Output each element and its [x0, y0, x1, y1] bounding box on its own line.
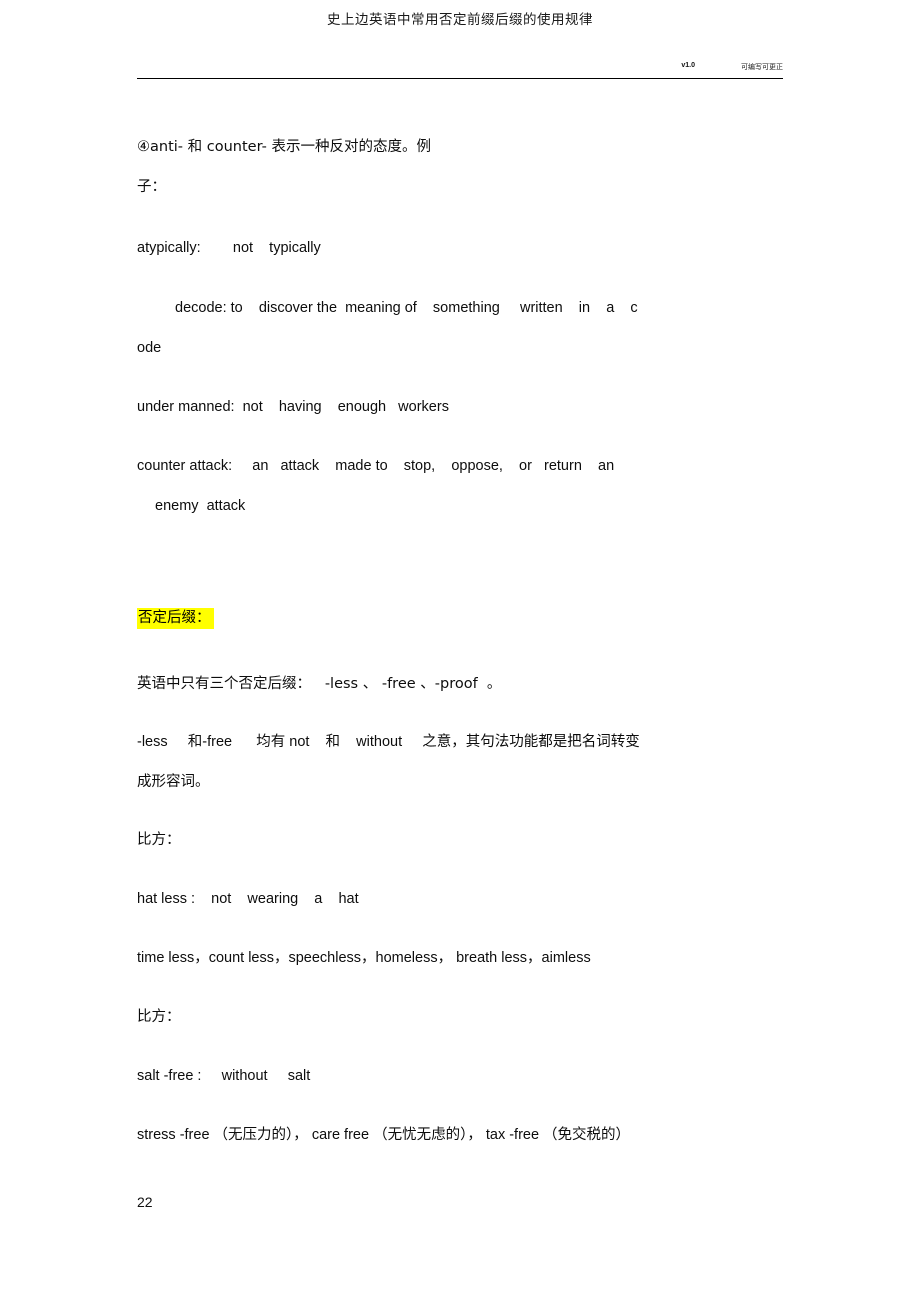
- body-line: counter attack: an attack made to stop, …: [137, 458, 615, 474]
- editable-note-label: 可编写可更正: [741, 63, 783, 71]
- document-page: 史上边英语中常用否定前缀后缀的使用规律 v1.0 可编写可更正 ④anti- 和…: [0, 0, 920, 1303]
- body-line: 比方：: [137, 832, 181, 848]
- body-line: salt -free : without salt: [137, 1068, 311, 1084]
- highlighted-heading-text: 否定后缀：: [137, 608, 214, 629]
- body-line: ④anti- 和 counter- 表示一种反对的态度。例: [137, 139, 431, 155]
- body-line: 英语中只有三个否定后缀： -less 、 -free 、-proof 。: [137, 676, 502, 692]
- body-line: 比方：: [137, 1009, 181, 1025]
- section-heading-negative-suffix: 否定后缀：: [137, 608, 214, 629]
- body-line: time less，count less，speechless，homeless…: [137, 950, 591, 966]
- body-line: 成形容词。: [137, 774, 210, 790]
- body-line: stress -free （无压力的）， care free （无忧无虑的）， …: [137, 1127, 631, 1143]
- body-line: 子：: [137, 179, 166, 195]
- header-divider: [137, 78, 783, 79]
- document-title: 史上边英语中常用否定前缀后缀的使用规律: [327, 12, 593, 28]
- header-meta-row: v1.0 可编写可更正: [137, 62, 783, 76]
- page-number: 22: [137, 1194, 153, 1210]
- body-line: hat less : not wearing a hat: [137, 891, 359, 907]
- body-line: decode: to discover the meaning of somet…: [175, 300, 638, 316]
- body-line: -less 和-free 均有 not 和 without 之意，其句法功能都是…: [137, 734, 640, 750]
- document-header: 史上边英语中常用否定前缀后缀的使用规律: [0, 8, 920, 28]
- version-label: v1.0: [681, 62, 695, 69]
- body-line: under manned: not having enough workers: [137, 399, 449, 415]
- body-line: atypically: not typically: [137, 240, 321, 256]
- body-line: enemy attack: [155, 498, 246, 514]
- body-line: ode: [137, 340, 162, 356]
